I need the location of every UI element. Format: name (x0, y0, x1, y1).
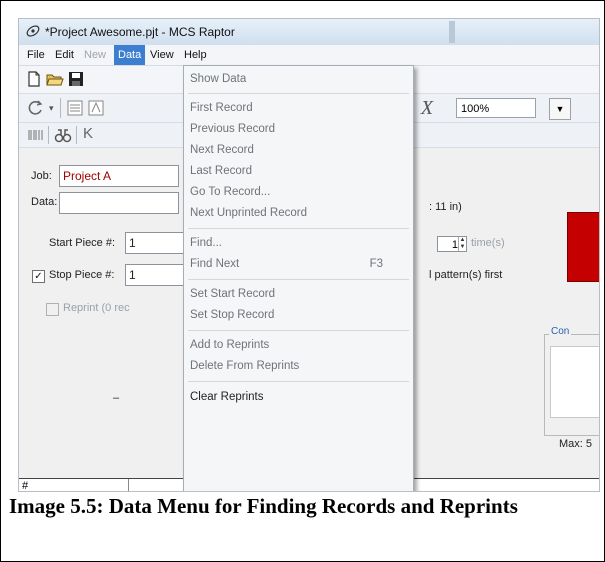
grid-header-number[interactable]: # (19, 479, 129, 491)
dash-label: – (113, 392, 120, 404)
menu-view[interactable]: View (146, 45, 178, 65)
menu-item-first-record[interactable]: First Record (184, 98, 413, 118)
find-next-label: Find Next (190, 258, 240, 270)
copies-unit-label: time(s) (471, 237, 505, 249)
menu-separator (188, 330, 409, 331)
menu-separator (188, 381, 409, 382)
menu-data[interactable]: Data (114, 45, 146, 65)
app-window: *Project Awesome.pjt - MCS Raptor File E… (18, 18, 600, 492)
menu-item-show-data[interactable]: Show Data (184, 69, 413, 89)
copies-spinner[interactable]: 1 ▲ ▼ (437, 236, 467, 252)
menu-item-last-record[interactable]: Last Record (184, 161, 413, 181)
spinner-arrows-icon[interactable]: ▲ ▼ (458, 237, 466, 251)
menu-separator (188, 279, 409, 280)
text-align-icon[interactable] (87, 99, 105, 117)
window-title: *Project Awesome.pjt - MCS Raptor (45, 25, 235, 39)
menu-item-find[interactable]: Find... (184, 233, 413, 253)
menu-new[interactable]: New (80, 45, 110, 65)
open-folder-icon[interactable] (46, 70, 64, 88)
start-piece-label: Start Piece #: (49, 237, 116, 249)
menu-separator (188, 228, 409, 229)
data-menu-dropdown: Show Data First Record Previous Record N… (183, 65, 414, 491)
toolbar-divider (48, 126, 49, 144)
job-label: Job: (31, 170, 52, 182)
max-label: Max: 5 (559, 438, 593, 450)
toolbar-divider (76, 126, 77, 144)
figure-caption: Image 5.5: Data Menu for Finding Records… (9, 494, 518, 518)
data-label: Data: (31, 196, 58, 208)
menu-item-find-next[interactable]: Find Next F3 (184, 254, 413, 274)
reprint-checkbox[interactable] (46, 303, 59, 316)
menu-item-delete-from-reprints[interactable]: Delete From Reprints (184, 356, 413, 376)
job-field[interactable]: Project A (59, 165, 179, 187)
save-icon[interactable] (67, 70, 85, 88)
find-next-shortcut: F3 (369, 258, 383, 270)
menu-item-add-to-reprints[interactable]: Add to Reprints (184, 335, 413, 355)
menu-item-clear-reprints[interactable]: Clear Reprints (184, 387, 413, 407)
menu-edit[interactable]: Edit (51, 45, 78, 65)
chevron-down-icon[interactable]: ▼ (549, 98, 571, 120)
app-logo-icon (26, 25, 40, 37)
menu-bar: File Edit New Data View Help (19, 45, 599, 66)
menu-item-set-start-record[interactable]: Set Start Record (184, 284, 413, 304)
text-block-icon[interactable] (66, 99, 84, 117)
titlebar-decoration (449, 21, 455, 43)
k-symbol-icon[interactable]: K (83, 125, 93, 142)
menu-item-go-to-record[interactable]: Go To Record... (184, 182, 413, 202)
menu-help[interactable]: Help (180, 45, 211, 65)
toolbar-divider (60, 98, 61, 118)
zoom-select[interactable]: 100% (456, 98, 536, 118)
stop-piece-field[interactable]: 1 (125, 264, 185, 286)
pattern-note: l pattern(s) first (429, 269, 503, 281)
color-swatch (567, 212, 599, 282)
binoculars-icon[interactable] (54, 126, 72, 144)
new-file-icon[interactable] (25, 70, 43, 88)
rotate-icon[interactable] (27, 99, 45, 117)
figure-frame: *Project Awesome.pjt - MCS Raptor File E… (0, 0, 605, 562)
start-piece-field[interactable]: 1 (125, 232, 185, 254)
size-note: : 11 in) (429, 201, 462, 213)
menu-item-next-record[interactable]: Next Record (184, 140, 413, 160)
menu-file[interactable]: File (23, 45, 49, 65)
menu-item-set-stop-record[interactable]: Set Stop Record (184, 305, 413, 325)
title-bar: *Project Awesome.pjt - MCS Raptor (19, 19, 599, 45)
data-field[interactable] (59, 192, 179, 214)
control-group-panel (550, 346, 599, 418)
barcode-icon[interactable] (27, 126, 45, 144)
stop-piece-checkbox[interactable]: ✓ (32, 270, 45, 283)
reprint-label: Reprint (0 rec (63, 302, 130, 314)
menu-separator (188, 93, 409, 94)
menu-item-next-unprinted-record[interactable]: Next Unprinted Record (184, 203, 413, 223)
menu-item-previous-record[interactable]: Previous Record (184, 119, 413, 139)
stop-piece-label: Stop Piece #: (49, 269, 115, 281)
rotate-dropdown-arrow[interactable]: ▾ (49, 103, 54, 114)
control-group-title: Con (549, 326, 572, 337)
